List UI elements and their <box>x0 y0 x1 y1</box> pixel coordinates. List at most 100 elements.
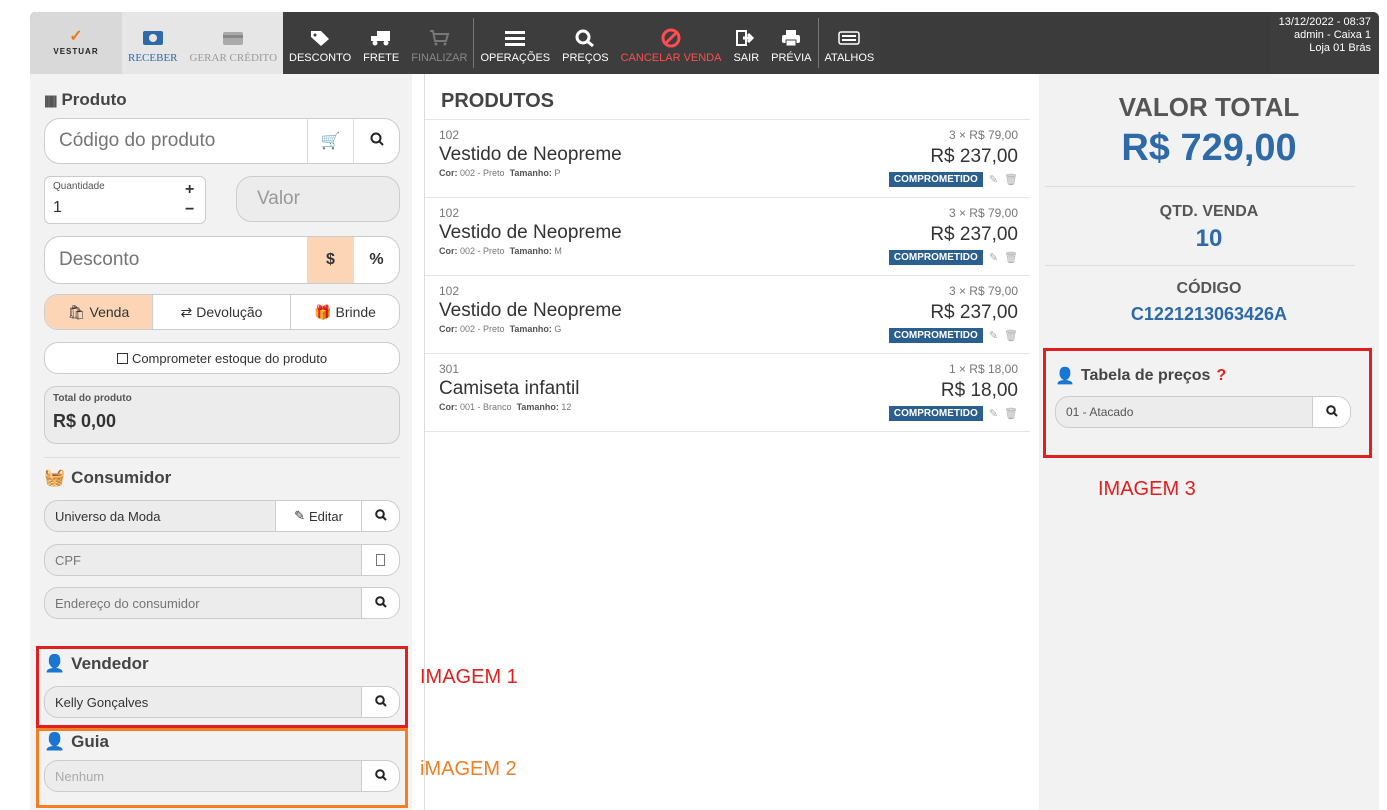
discount-field: $ % <box>44 236 400 284</box>
receber-button[interactable]: RECEBER <box>122 12 184 74</box>
discount-currency-button[interactable]: $ <box>307 237 353 283</box>
calculator-button[interactable] <box>361 545 399 575</box>
mode-brinde-label: Brinde <box>335 304 376 320</box>
operacoes-button[interactable]: OPERAÇÕES <box>474 12 556 74</box>
item-tamanho-label: Tamanho: <box>509 168 552 178</box>
mode-devolucao-button[interactable]: ⇄ Devolução <box>153 295 291 329</box>
valor-total-value: R$ 729,00 <box>1121 127 1297 169</box>
qtd-venda-value: 10 <box>1195 225 1223 252</box>
cancelar-venda-button[interactable]: CANCELAR VENDA <box>615 12 728 74</box>
item-actions: COMPROMETIDO ✎ 🗑 <box>888 250 1018 265</box>
product-list-item[interactable]: 301 Camiseta infantil Cor: 001 - Branco Ta… <box>425 354 1030 432</box>
quantity-value[interactable]: 1 <box>53 199 62 217</box>
gift-icon: 🎁 <box>314 303 332 320</box>
products-title: PRODUTOS <box>425 74 1030 120</box>
quantity-label: Quantidade <box>53 181 105 192</box>
frete-button[interactable]: FRETE <box>357 12 405 74</box>
comprometido-badge: COMPROMETIDO <box>888 172 983 187</box>
summary-divider <box>1045 265 1355 266</box>
discount-percent-button[interactable]: % <box>353 237 399 283</box>
comprometer-checkbox[interactable]: Comprometer estoque do produto <box>44 342 400 374</box>
precos-label: PREÇOS <box>562 52 609 64</box>
finalizar-label: FINALIZAR <box>411 52 468 64</box>
quantity-decrement-button[interactable]: − <box>185 201 194 219</box>
atalhos-button[interactable]: ATALHOS <box>819 12 881 74</box>
basket-icon: 🧺 <box>44 468 66 487</box>
trash-icon[interactable]: 🗑 <box>1004 407 1018 420</box>
pencil-icon[interactable]: ✎ <box>989 407 998 420</box>
search-icon <box>374 595 387 611</box>
endereco-search-button[interactable] <box>361 588 399 618</box>
item-cor-value: 002 - Preto <box>460 168 505 178</box>
discount-input[interactable] <box>45 249 307 271</box>
print-icon <box>779 27 803 49</box>
product-list-item[interactable]: 102 Vestido de Neopreme Cor: 002 - Preto T… <box>425 120 1030 198</box>
pencil-icon[interactable]: ✎ <box>989 251 998 264</box>
pencil-icon[interactable]: ✎ <box>989 173 998 186</box>
finalizar-button[interactable]: FINALIZAR <box>405 12 473 74</box>
mode-venda-label: Venda <box>89 304 130 320</box>
trash-icon[interactable]: 🗑 <box>1004 329 1018 342</box>
item-code: 301 <box>439 362 460 376</box>
section-divider <box>44 457 400 458</box>
pencil-icon[interactable]: ✎ <box>989 329 998 342</box>
sair-button[interactable]: SAIR <box>727 12 765 74</box>
product-code-field: 🛒 <box>44 118 400 164</box>
item-cor-value: 002 - Preto <box>460 324 505 334</box>
consumer-name-field: Universo da Moda ✎ Editar <box>44 500 400 532</box>
product-list-item[interactable]: 102 Vestido de Neopreme Cor: 002 - Preto T… <box>425 276 1030 354</box>
atalhos-label: ATALHOS <box>824 52 875 64</box>
checkbox-icon <box>116 352 128 364</box>
menu-icon <box>503 27 527 49</box>
item-price: R$ 237,00 <box>930 146 1018 167</box>
item-code: 102 <box>439 128 460 142</box>
shopping-bag-icon: 🛍 <box>67 303 86 320</box>
consumer-search-button[interactable] <box>361 501 399 531</box>
precos-button[interactable]: PREÇOS <box>556 12 614 74</box>
mode-brinde-button[interactable]: 🎁 Brinde <box>291 295 399 329</box>
annotation-label-imagem-1: IMAGEM 1 <box>420 666 518 688</box>
cart-icon <box>427 27 451 49</box>
quantity-increment-button[interactable]: + <box>185 181 194 199</box>
keyboard-icon <box>837 27 861 49</box>
item-quantity: 1 × R$ 18,00 <box>948 362 1018 376</box>
product-code-input[interactable] <box>45 130 307 152</box>
product-total-value: R$ 0,00 <box>53 411 117 431</box>
logo-text: VESTUAR <box>53 47 99 56</box>
comprometer-label: Comprometer estoque do produto <box>131 350 328 366</box>
cpf-input[interactable] <box>45 552 361 568</box>
frete-label: FRETE <box>363 52 400 64</box>
comprometido-badge: COMPROMETIDO <box>888 250 983 265</box>
item-quantity: 3 × R$ 79,00 <box>948 284 1018 298</box>
comprometido-badge: COMPROMETIDO <box>888 406 983 421</box>
product-cart-button[interactable]: 🛒 <box>307 119 353 163</box>
valor-field: Valor <box>236 176 400 222</box>
quantity-stepper[interactable]: Quantidade 1 + − <box>44 176 206 224</box>
tag-icon <box>308 27 332 49</box>
desconto-button[interactable]: DESCONTO <box>283 12 357 74</box>
valor-placeholder: Valor <box>257 188 300 209</box>
trash-icon[interactable]: 🗑 <box>1004 251 1018 264</box>
comprometido-badge: COMPROMETIDO <box>888 328 983 343</box>
gerar-credito-label: GERAR CRÉDITO <box>189 52 278 64</box>
annotation-box-imagem-3 <box>1043 348 1372 458</box>
item-tamanho-value: M <box>554 246 562 256</box>
item-price: R$ 237,00 <box>930 302 1018 323</box>
item-price: R$ 18,00 <box>940 380 1018 401</box>
item-code: 102 <box>439 284 460 298</box>
consumer-edit-button[interactable]: ✎ Editar <box>275 501 361 531</box>
cart-icon: 🛒 <box>320 133 341 150</box>
calculator-icon <box>376 554 385 566</box>
item-cor-label: Cor: <box>439 246 458 256</box>
product-list-item[interactable]: 102 Vestido de Neopreme Cor: 002 - Preto T… <box>425 198 1030 276</box>
product-search-button[interactable] <box>353 119 399 163</box>
mode-venda-button[interactable]: 🛍 Venda <box>45 295 153 329</box>
codigo-value: C1221213063426A <box>1130 304 1288 324</box>
previa-button[interactable]: PRÉVIA <box>765 12 817 74</box>
sign-out-icon <box>734 27 758 49</box>
trash-icon[interactable]: 🗑 <box>1004 173 1018 186</box>
item-tamanho-value: 12 <box>561 402 572 412</box>
gerar-credito-button[interactable]: GERAR CRÉDITO <box>184 12 284 74</box>
endereco-input[interactable] <box>45 595 361 611</box>
product-total-box: Total do produto R$ 0,00 <box>44 386 400 444</box>
